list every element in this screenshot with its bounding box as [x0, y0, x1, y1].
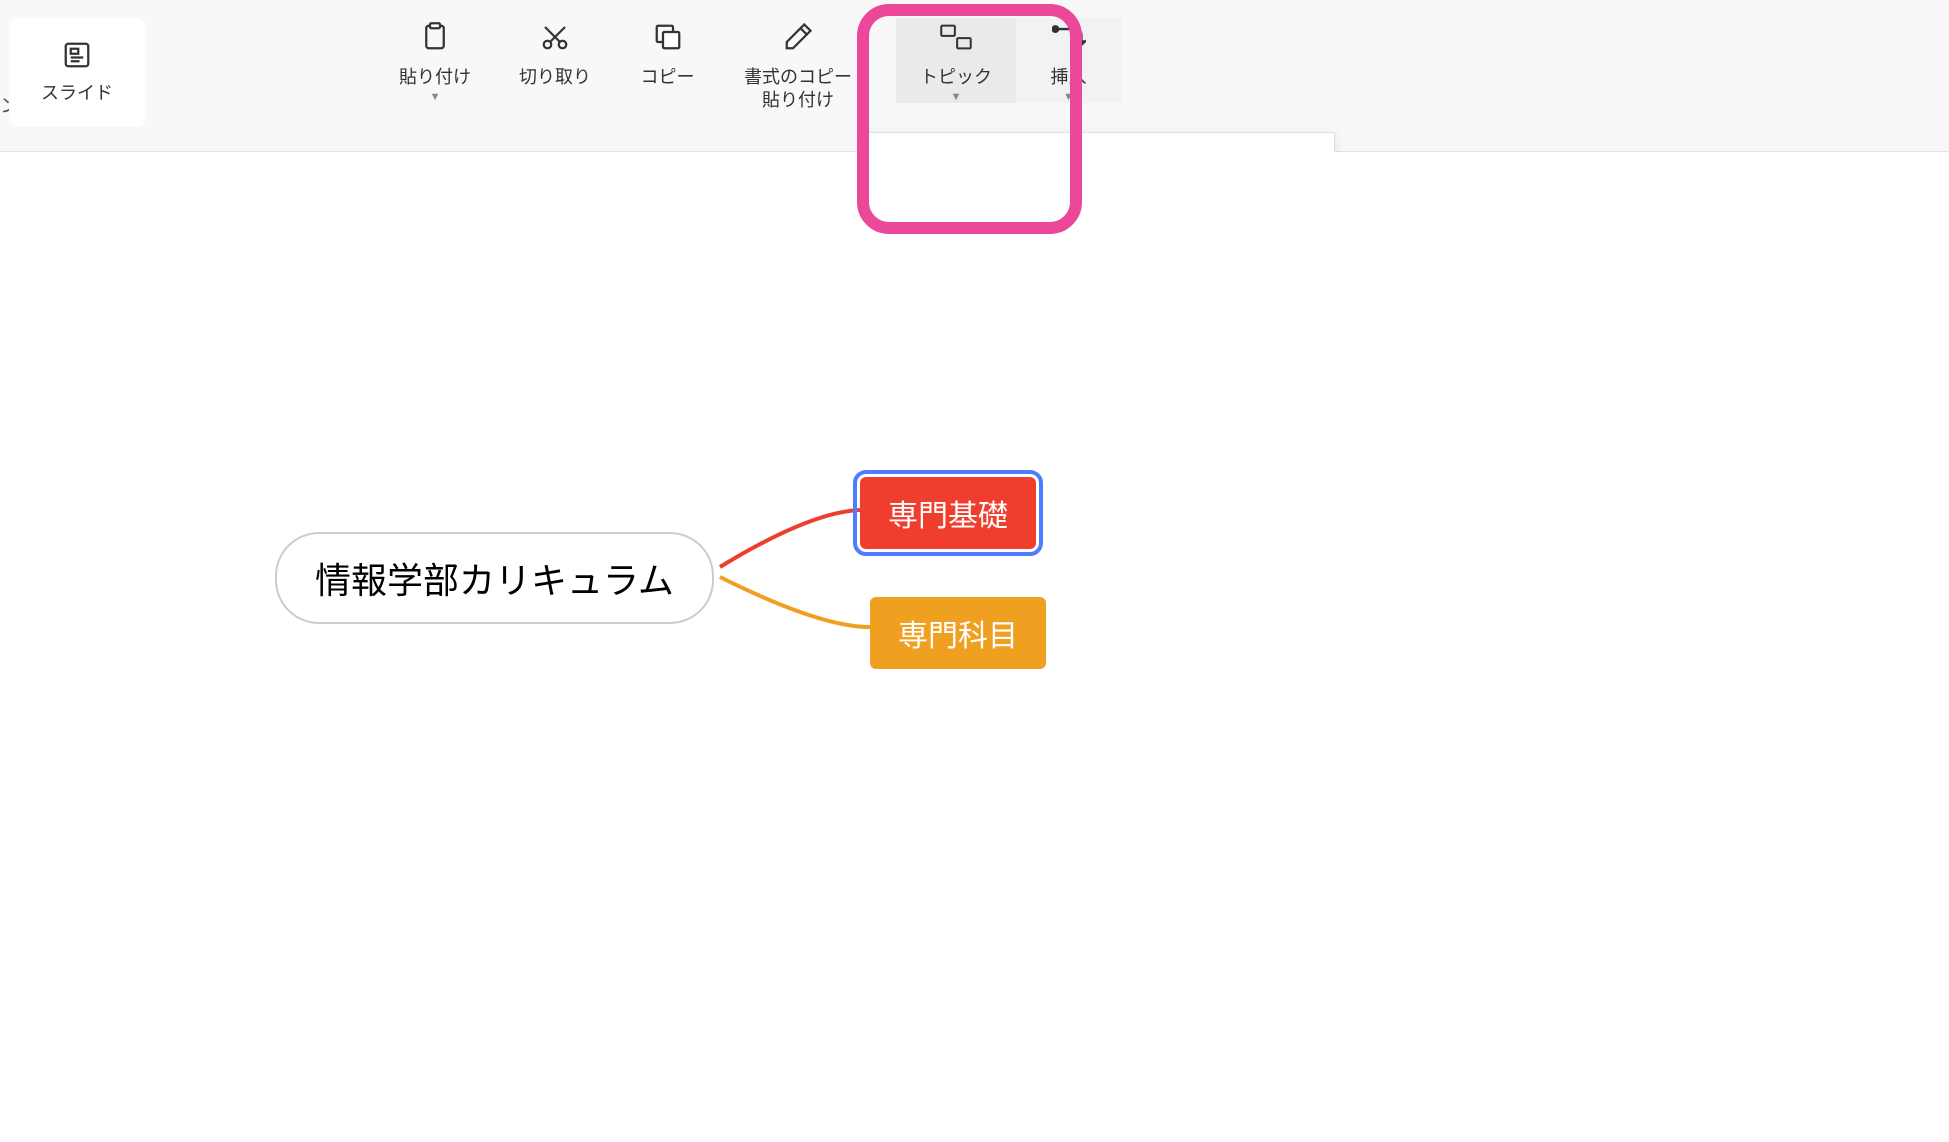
format-painter-label: 書式のコピー貼り付け: [744, 66, 852, 113]
insert-button[interactable]: 挿入 ▼: [1016, 18, 1121, 103]
chevron-down-icon: ▼: [1063, 91, 1074, 103]
mindmap-canvas[interactable]: 情報学部カリキュラム 専門基礎 専門科目: [0, 152, 1949, 1142]
cut-label: 切り取り: [519, 66, 591, 89]
copy-button[interactable]: コピー: [615, 18, 720, 89]
child-topic-node-2[interactable]: 専門科目: [870, 597, 1046, 669]
chevron-down-icon: ▼: [430, 91, 441, 103]
connector-lines: [0, 152, 1400, 852]
central-topic-node[interactable]: 情報学部カリキュラム: [275, 532, 714, 624]
slide-icon: [62, 36, 92, 74]
chevron-down-icon: ▼: [951, 91, 962, 103]
copy-label: コピー: [641, 66, 695, 89]
slide-button[interactable]: スライド: [9, 18, 145, 127]
scissors-icon: [540, 18, 570, 56]
insert-label: 挿入: [1051, 66, 1087, 89]
slide-label: スライド: [41, 82, 113, 105]
main-toolbar: ン スライド 貼り付け ▼ 切り取り コピー 書式のコピー貼り付け: [0, 0, 1949, 152]
topic-label: トピック: [920, 66, 992, 89]
topic-button[interactable]: トピック ▼: [896, 18, 1016, 103]
paste-icon: [420, 18, 450, 56]
insert-icon: [1052, 18, 1086, 56]
child-topic-node-1[interactable]: 専門基礎: [860, 477, 1036, 549]
paintbrush-icon: [782, 18, 814, 56]
paste-button[interactable]: 貼り付け ▼: [375, 18, 495, 103]
format-painter-button[interactable]: 書式のコピー貼り付け: [720, 18, 876, 113]
paste-label: 貼り付け: [399, 66, 471, 89]
copy-icon: [653, 18, 683, 56]
topic-icon: [939, 18, 973, 56]
cut-button[interactable]: 切り取り: [495, 18, 615, 89]
